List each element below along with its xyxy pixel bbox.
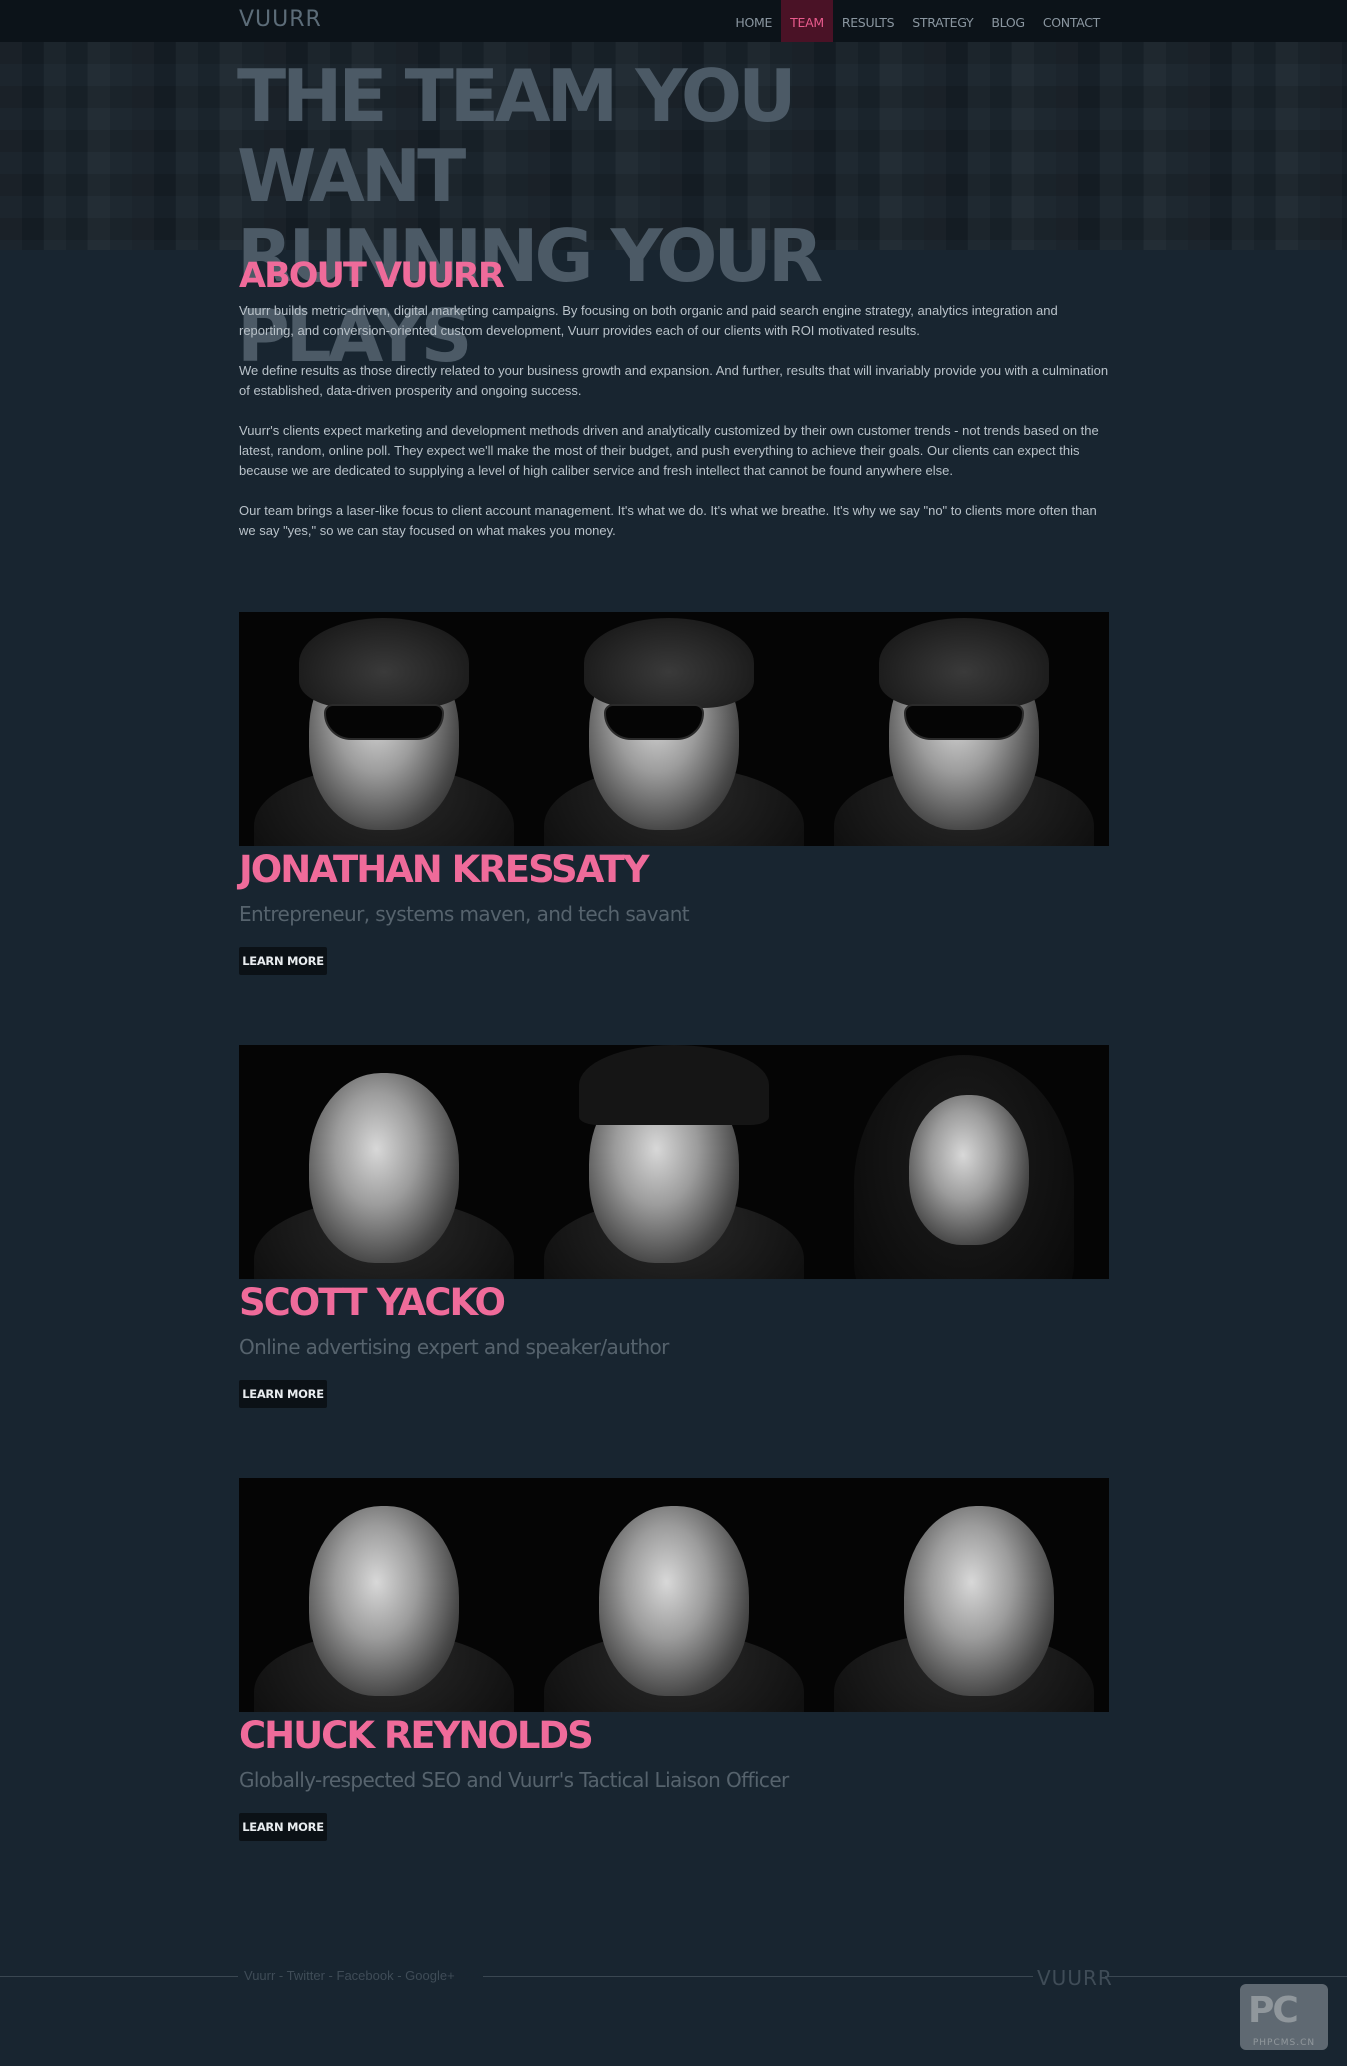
portrait [819, 1478, 1109, 1712]
portrait [819, 1045, 1109, 1279]
nav-blog[interactable]: BLOG [982, 0, 1033, 42]
footer-link-googleplus[interactable]: Google+ [405, 1968, 455, 1983]
learn-more-button[interactable]: LEARN MORE [239, 947, 327, 975]
nav-results[interactable]: RESULTS [833, 0, 903, 42]
nav-contact[interactable]: CONTACT [1034, 0, 1109, 42]
watermark-logo: PC PHPCMS.CN [1240, 1984, 1328, 2050]
learn-more-button[interactable]: LEARN MORE [239, 1813, 327, 1841]
member-role: Online advertising expert and speaker/au… [239, 1335, 669, 1359]
about-paragraph: We define results as those directly rela… [239, 363, 1109, 398]
team-photo-jonathan [239, 612, 1109, 846]
portrait [819, 612, 1109, 846]
about-paragraph: Vuurr's clients expect marketing and dev… [239, 423, 1099, 478]
team-photo-chuck [239, 1478, 1109, 1712]
top-navbar: VUURR HOME TEAM RESULTS STRATEGY BLOG CO… [0, 0, 1347, 42]
portrait [239, 612, 529, 846]
nav-home[interactable]: HOME [726, 0, 781, 42]
portrait [529, 612, 819, 846]
watermark-text: PC [1248, 1990, 1299, 2031]
footer-divider [483, 1976, 1033, 1977]
member-role: Globally-respected SEO and Vuurr's Tacti… [239, 1768, 789, 1792]
footer-separator: - [324, 1968, 337, 1983]
site-logo[interactable]: VUURR [239, 7, 322, 32]
portrait [529, 1045, 819, 1279]
about-paragraph: Vuurr builds metric-driven, digital mark… [239, 303, 1058, 338]
footer-link-twitter[interactable]: Twitter [287, 1968, 325, 1983]
about-title: ABOUT VUURR [239, 256, 505, 296]
footer-divider [0, 1976, 238, 1977]
nav-strategy[interactable]: STRATEGY [903, 0, 982, 42]
learn-more-button[interactable]: LEARN MORE [239, 1380, 327, 1408]
team-photo-scott [239, 1045, 1109, 1279]
about-paragraph: Our team brings a laser-like focus to cl… [239, 503, 1097, 538]
watermark-caption: PHPCMS.CN [1252, 2038, 1316, 2048]
footer-link-vuurr[interactable]: Vuurr [244, 1968, 275, 1983]
portrait [239, 1045, 529, 1279]
member-role: Entrepreneur, systems maven, and tech sa… [239, 902, 690, 926]
portrait [529, 1478, 819, 1712]
about-text: Vuurr builds metric-driven, digital mark… [239, 301, 1109, 561]
hero-banner: THE TEAM YOU WANT RUNNING YOUR PLAYS [0, 42, 1347, 376]
member-name: SCOTT YACKO [239, 1281, 506, 1324]
footer-logo: VUURR [1037, 1966, 1113, 1990]
member-name: JONATHAN KRESSATY [239, 848, 650, 891]
hero-headline-line1: THE TEAM YOU WANT [237, 54, 797, 218]
footer-divider [1105, 1976, 1347, 1977]
portrait [239, 1478, 529, 1712]
footer-links: Vuurr - Twitter - Facebook - Google+ [244, 1968, 455, 1983]
footer-separator: - [275, 1968, 287, 1983]
nav-team[interactable]: TEAM [781, 0, 833, 42]
footer-separator: - [393, 1968, 406, 1983]
main-nav: HOME TEAM RESULTS STRATEGY BLOG CONTACT [726, 0, 1109, 42]
member-name: CHUCK REYNOLDS [239, 1714, 594, 1757]
footer-link-facebook[interactable]: Facebook [337, 1968, 394, 1983]
